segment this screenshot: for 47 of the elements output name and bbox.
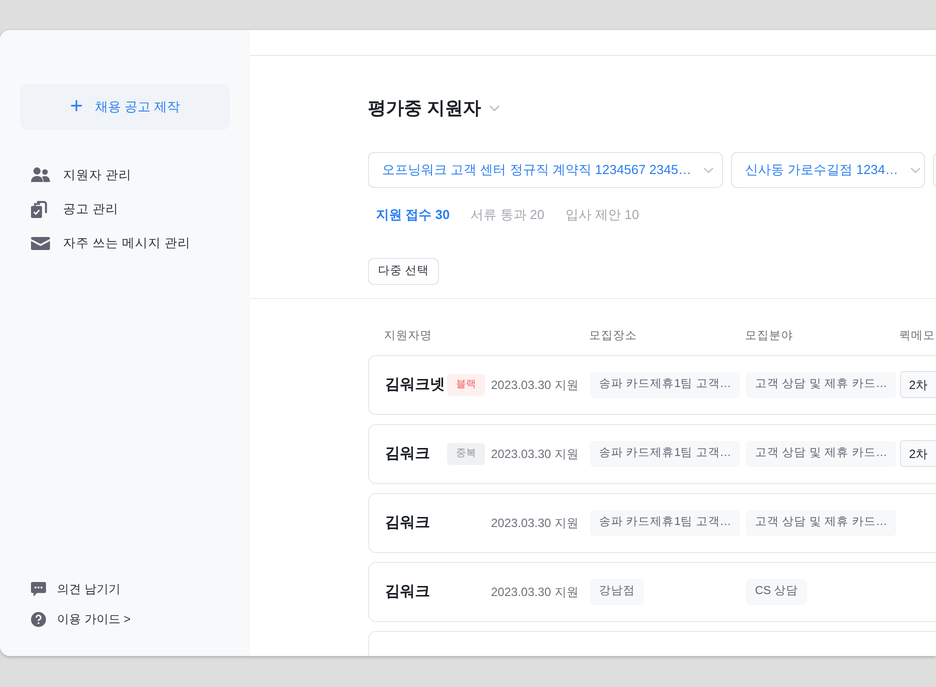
- location-tag: 강남점: [590, 578, 644, 605]
- people-icon: [31, 167, 50, 183]
- status-tab[interactable]: 지원 접수 30: [376, 205, 450, 224]
- applied-date: 2023.03.30 지원: [491, 446, 578, 463]
- sidebar-footer-link[interactable]: 이용 가이드 >: [20, 604, 230, 634]
- applicant-row[interactable]: 김워크 2023.03.30 지원 강남점 CS 상담: [368, 562, 936, 622]
- applicant-row[interactable]: 김워크넷 블랙 2023.03.30 지원 송파 카드제휴1팀 고객… 고객 상담 및 제휴 카드… 2차: [368, 354, 936, 415]
- page-title: 평가중 지원자: [368, 96, 482, 120]
- sidebar-nav-item[interactable]: 자주 쓰는 메시지 관리: [20, 226, 230, 260]
- create-posting-button[interactable]: + 채용 공고 제작: [20, 84, 230, 130]
- chevron-down-icon: [910, 166, 922, 174]
- multi-select-button[interactable]: 다중 선택: [368, 258, 440, 285]
- applicant-row[interactable]: 김워크 중복 2023.03.30 지원 송파 카드제휴1팀 고객… 고객 상담 및 제휴 카드… 2차: [368, 424, 936, 484]
- quick-memo-field[interactable]: 2차: [900, 371, 936, 398]
- applicant-row[interactable]: 김워크 2023.03.30 지원 송파 카드제휴1팀 고객… 고객 상담 및 제휴 카드…: [368, 492, 936, 553]
- sidebar-footer-link[interactable]: 의견 남기기: [20, 574, 230, 604]
- field-tag: 고객 상담 및 제휴 카드…: [746, 440, 896, 467]
- location-tag: 송파 카드제휴1팀 고객…: [590, 372, 740, 398]
- applicant-name: 김워크: [385, 582, 431, 602]
- status-badge: 중복: [447, 442, 485, 465]
- field-tag: CS 상담: [746, 578, 808, 605]
- location-tag: 송파 카드제휴1팀 고객…: [590, 440, 740, 467]
- applied-date: 2023.03.30 지원: [491, 584, 578, 601]
- column-header: 모집장소: [589, 328, 638, 344]
- document-check-icon: [31, 200, 47, 218]
- quick-memo-field[interactable]: 2차: [900, 440, 936, 468]
- chevron-down-icon: [489, 104, 500, 112]
- field-tag: 고객 상담 및 제휴 카드…: [746, 510, 896, 536]
- applied-date: 2023.03.30 지원: [491, 376, 578, 394]
- chevron-down-icon: [703, 166, 714, 174]
- envelope-icon: [31, 236, 50, 250]
- applicant-name: 김워크넷: [385, 374, 446, 395]
- column-header: 퀵메모: [899, 328, 936, 344]
- field-tag: 고객 상담 및 제휴 카드…: [746, 372, 896, 398]
- applied-date: 2023.03.30 지원: [491, 514, 578, 532]
- speech-bubble-icon: [31, 582, 46, 596]
- sidebar-nav-item[interactable]: 공고 관리: [20, 192, 230, 226]
- location-tag: 송파 카드제휴1팀 고객…: [590, 510, 740, 536]
- sidebar-nav-item[interactable]: 지원자 관리: [20, 158, 230, 192]
- filter-dropdown[interactable]: 오프닝워크 고객 센터 정규직 계약직 1234567 2345…: [368, 152, 723, 188]
- applicant-name: 김워크: [385, 512, 431, 533]
- column-header: 모집분야: [745, 328, 794, 344]
- help-icon: [31, 612, 46, 626]
- applicant-name: 김워크: [385, 444, 431, 464]
- filter-dropdown[interactable]: 신사동 가로수길점 1234…: [731, 152, 925, 188]
- status-badge: 블랙: [447, 374, 485, 396]
- column-header: 지원자명: [384, 328, 433, 344]
